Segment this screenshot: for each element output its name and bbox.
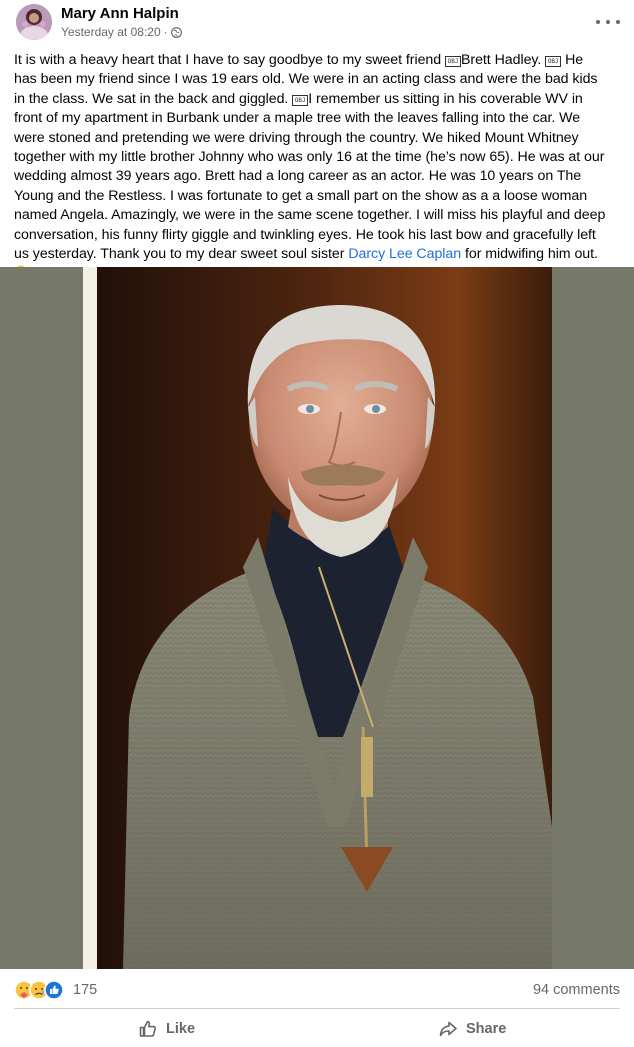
share-label: Share [466,1020,507,1037]
like-reaction-icon [44,980,64,1000]
post-header: Mary Ann Halpin Yesterday at 08:20 · [0,0,634,46]
more-horizontal-icon[interactable] [596,12,620,32]
reaction-icons[interactable] [14,980,70,1000]
post-text-part: It is with a heavy heart that I have to … [14,52,445,68]
post-timestamp[interactable]: Yesterday at 08:20 [61,25,161,39]
post-photo-container[interactable] [0,267,634,969]
share-arrow-icon [438,1019,458,1039]
thumbs-up-icon [138,1019,158,1039]
mention-link[interactable]: Darcy Lee Caplan [348,246,461,262]
comments-count[interactable]: 94 comments [533,982,620,998]
post-actions: Like Share [0,1010,634,1047]
reactions-bar: 175 94 comments [0,975,634,1005]
object-replacement-glyph: OBJ [292,94,309,106]
post-body-text: It is with a heavy heart that I have to … [14,51,606,284]
post-meta: Yesterday at 08:20 · [61,25,182,39]
facebook-post: Mary Ann Halpin Yesterday at 08:20 · It … [0,0,634,1047]
reaction-count[interactable]: 175 [73,982,97,998]
post-text-part: Brett Hadley. [460,52,546,68]
author-name[interactable]: Mary Ann Halpin [61,5,179,22]
like-label: Like [166,1020,196,1037]
post-text-part: I remember us sitting in his coverable W… [14,90,606,263]
actions-divider [14,1008,620,1009]
post-text-part: for midwifing him out. [461,246,598,263]
globe-icon [170,26,182,38]
share-button[interactable]: Share [438,1010,506,1047]
author-avatar[interactable] [16,4,52,40]
object-replacement-glyph: OBJ [444,56,461,67]
post-photo[interactable] [83,267,552,969]
object-replacement-glyph: OBJ [545,56,562,67]
like-button[interactable]: Like [138,1010,195,1047]
